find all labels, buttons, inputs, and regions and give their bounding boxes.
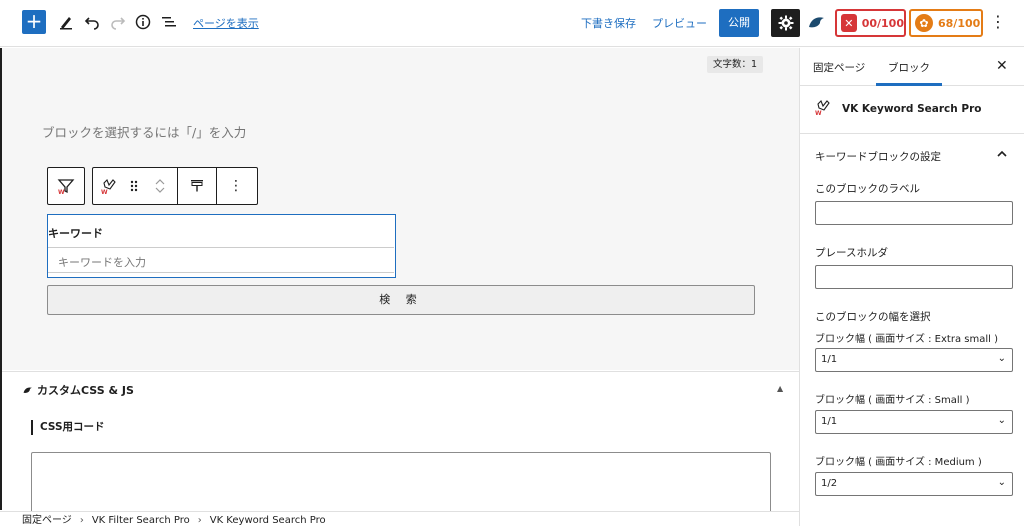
save-draft-button[interactable]: 下書き保存	[581, 15, 636, 31]
tab-page[interactable]: 固定ページ	[813, 60, 865, 75]
breadcrumb-item[interactable]: VK Filter Search Pro	[92, 515, 190, 526]
keyword-block-icon: W	[814, 98, 832, 120]
seo-score-badge[interactable]: ✕ 00/100	[835, 9, 906, 37]
sidebar-tabs: 固定ページ ブロック ✕	[800, 48, 1024, 86]
meta-box-header[interactable]: カスタムCSS & JS	[22, 382, 134, 398]
parent-block-toolbar: W	[47, 167, 85, 205]
width-md-label: ブロック幅 ( 画面サイズ : Medium )	[815, 457, 982, 468]
chevron-down-icon[interactable]	[154, 186, 166, 194]
settings-sidebar: 固定ページ ブロック ✕ W VK Keyword Search Pro キーワ…	[799, 48, 1024, 526]
block-placeholder[interactable]: ブロックを選択するには「/」を入力	[42, 122, 246, 141]
filter-search-icon[interactable]: W	[48, 168, 84, 204]
close-icon[interactable]: ✕	[996, 58, 1008, 74]
search-button[interactable]: 検 索	[47, 285, 755, 315]
settings-button[interactable]	[771, 9, 800, 37]
block-options-icon[interactable]: ⋮	[217, 168, 255, 204]
width-sm-label: ブロック幅 ( 画面サイズ : Small )	[815, 395, 970, 406]
edit-pencil-icon[interactable]	[56, 12, 76, 32]
editor-window: + ページを表示 下書き保存 プレビュー 公開 ✕ 00/100 ✿ 68/10…	[0, 0, 1024, 526]
block-label-input[interactable]	[815, 201, 1013, 225]
undo-icon[interactable]	[82, 12, 102, 32]
svg-text:W: W	[815, 110, 822, 116]
breadcrumb-item[interactable]: VK Keyword Search Pro	[210, 515, 326, 526]
css-code-label: CSS用コード	[31, 420, 105, 435]
chevron-up-icon[interactable]	[996, 148, 1008, 161]
align-icon[interactable]	[178, 168, 216, 204]
width-md-select[interactable]: 1/2 ⌄	[815, 472, 1013, 496]
chevron-down-icon: ⌄	[997, 415, 1006, 426]
svg-text:W: W	[58, 189, 65, 195]
placeholder-title: プレースホルダ	[815, 247, 888, 259]
readability-score-icon: ✿	[915, 14, 933, 32]
chevron-down-icon: ⌄	[997, 477, 1006, 488]
keyword-input[interactable]: キーワードを入力	[48, 247, 394, 273]
placeholder-input[interactable]	[815, 265, 1013, 289]
word-count-badge: 文字数：1	[707, 56, 764, 73]
svg-text:W: W	[101, 189, 108, 195]
redo-icon[interactable]	[108, 12, 128, 32]
breadcrumb: 固定ページ › VK Filter Search Pro › VK Keyword Se…	[0, 511, 799, 526]
block-name: VK Keyword Search Pro	[842, 103, 982, 115]
width-section-title: このブロックの幅を選択	[815, 311, 931, 323]
breadcrumb-item[interactable]: 固定ページ	[22, 515, 72, 526]
block-toolbar: W ⋮	[92, 167, 258, 205]
chevron-down-icon: ⌄	[997, 353, 1006, 364]
width-md-value: 1/2	[821, 478, 838, 489]
width-sm-value: 1/1	[821, 416, 838, 427]
custom-css-meta-box: カスタムCSS & JS ▲ CSS用コード	[2, 371, 799, 522]
width-sm-select[interactable]: 1/1 ⌄	[815, 410, 1013, 434]
tab-block[interactable]: ブロック	[888, 60, 930, 75]
more-options-icon[interactable]: ⋮	[990, 12, 1006, 32]
width-xs-label: ブロック幅 ( 画面サイズ : Extra small )	[815, 334, 998, 345]
seo-score-value: 00/100	[861, 16, 904, 30]
readability-score-badge[interactable]: ✿ 68/100	[909, 9, 983, 37]
top-toolbar: + ページを表示 下書き保存 プレビュー 公開 ✕ 00/100 ✿ 68/10…	[0, 0, 1024, 47]
block-card: W VK Keyword Search Pro	[800, 86, 1024, 134]
plugin-bird-icon	[23, 387, 32, 393]
keyword-search-block[interactable]: キーワード キーワードを入力	[47, 214, 396, 278]
width-xs-value: 1/1	[821, 354, 838, 365]
editor-canvas[interactable]: 文字数：1 ブロックを選択するには「/」を入力 W W ⋮ キーワード キーワー…	[2, 48, 799, 370]
drag-handle-icon[interactable]	[125, 168, 143, 204]
info-icon[interactable]	[133, 12, 153, 32]
gear-icon	[778, 15, 793, 31]
breadcrumb-separator: ›	[197, 515, 202, 526]
breadcrumb-separator: ›	[79, 515, 84, 526]
keyword-label: キーワード	[48, 227, 103, 240]
collapse-arrow-icon[interactable]: ▲	[777, 384, 783, 393]
add-block-button[interactable]: +	[22, 10, 46, 34]
plugin-bird-icon[interactable]	[807, 13, 827, 35]
keyword-block-icon[interactable]: W	[93, 168, 125, 204]
readability-score-value: 68/100	[938, 16, 981, 30]
preview-button[interactable]: プレビュー	[652, 15, 707, 31]
chevron-up-icon[interactable]	[154, 178, 166, 186]
view-page-link[interactable]: ページを表示	[193, 15, 259, 31]
move-up-down-control[interactable]	[143, 168, 177, 204]
publish-button[interactable]: 公開	[719, 9, 759, 37]
list-view-icon[interactable]	[159, 12, 179, 32]
seo-score-icon: ✕	[841, 14, 857, 32]
panel-title[interactable]: キーワードブロックの設定	[815, 149, 941, 164]
width-xs-select[interactable]: 1/1 ⌄	[815, 348, 1013, 372]
block-label-title: このブロックのラベル	[815, 183, 920, 195]
meta-box-title: カスタムCSS & JS	[37, 384, 134, 397]
